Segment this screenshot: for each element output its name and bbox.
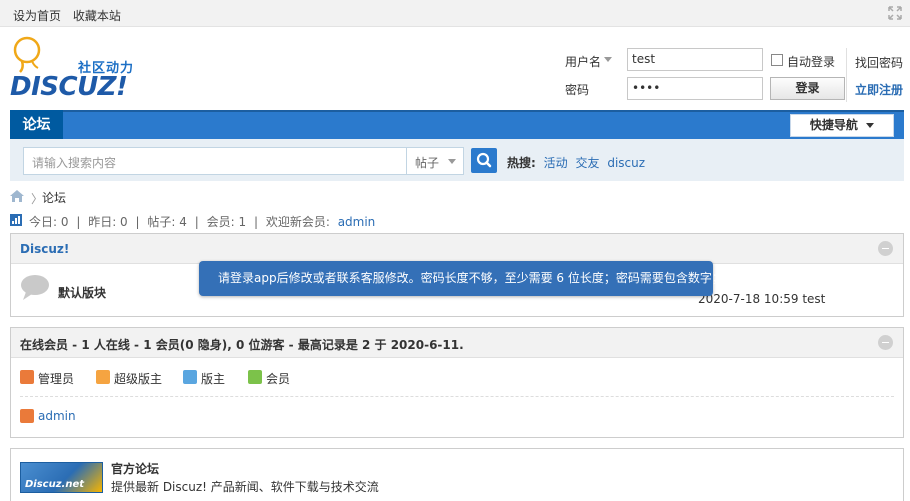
- hot-link-discuz[interactable]: discuz: [607, 156, 645, 170]
- admin-user-icon: [20, 370, 34, 384]
- chevron-down-icon: [866, 123, 875, 128]
- stat-posts: 帖子: 4: [147, 215, 187, 229]
- banner-text: Discuz.net: [25, 479, 85, 490]
- login-button[interactable]: 登录: [770, 77, 845, 100]
- official-forum-desc: 提供最新 Discuz! 产品新闻、软件下载与技术交流: [111, 480, 379, 494]
- home-icon[interactable]: [10, 190, 24, 202]
- logo-bulb-icon: [13, 36, 41, 73]
- hot-link-dating[interactable]: 交友: [575, 156, 599, 170]
- error-toast: 请登录app后修改或者联系客服修改。密码长度不够，至少需要 6 位长度；密码需要…: [199, 261, 724, 296]
- stat-sep: |: [135, 215, 140, 229]
- category-header: Discuz!: [11, 234, 903, 264]
- auto-login-label: 自动登录: [787, 55, 836, 69]
- stat-today: 今日: 0: [29, 215, 69, 229]
- stats-chart-icon: [10, 214, 22, 226]
- search-type-select[interactable]: 帖子: [407, 147, 464, 175]
- admin-user-icon: [20, 409, 34, 423]
- breadcrumb-current[interactable]: 论坛: [42, 189, 102, 206]
- search-button[interactable]: [471, 148, 497, 173]
- stat-yesterday: 昨日: 0: [88, 215, 128, 229]
- online-header: 在线会员 - 1 人在线 - 1 会员(0 隐身), 0 位游客 - 最高记录是…: [11, 328, 903, 358]
- search-bar: 请输入搜索内容 帖子 热搜: 活动 交友 discuz: [10, 139, 904, 181]
- official-forum-banner[interactable]: Discuz.net: [20, 462, 103, 493]
- register-link[interactable]: 立即注册: [855, 81, 903, 98]
- super-moderator-user-icon: [96, 370, 110, 384]
- forum-name-link[interactable]: 默认版块: [58, 284, 106, 301]
- login-form: 用户名 test 自动登录 找回密码 密码 •••• 登录 立即注册: [560, 48, 906, 104]
- password-label: 密码: [565, 83, 590, 97]
- site-logo[interactable]: 社区动力 DISCUZ!: [10, 36, 140, 102]
- search-icon: [476, 152, 492, 168]
- username-input[interactable]: test: [627, 48, 763, 71]
- set-homepage-link[interactable]: 设为首页: [13, 9, 61, 23]
- password-input[interactable]: ••••: [627, 77, 763, 100]
- search-input[interactable]: 请输入搜索内容: [23, 147, 407, 175]
- hot-search-label: 热搜:: [507, 156, 536, 170]
- top-links: 设为首页 收藏本站: [13, 7, 129, 24]
- new-member-link[interactable]: admin: [338, 215, 376, 229]
- quick-nav-button[interactable]: 快捷导航: [790, 114, 894, 137]
- online-user-name[interactable]: admin: [38, 409, 76, 423]
- moderator-user-icon: [183, 370, 197, 384]
- auto-login-checkbox[interactable]: [771, 54, 783, 66]
- login-divider: [846, 48, 847, 102]
- caret-down-icon: [448, 159, 456, 164]
- stat-sep: |: [253, 215, 258, 229]
- main-nav: 论坛 快捷导航: [10, 110, 904, 141]
- friend-links-panel: Discuz.net 官方论坛 提供最新 Discuz! 产品新闻、软件下载与技…: [10, 448, 904, 501]
- username-label: 用户名: [565, 55, 602, 69]
- category-title[interactable]: Discuz!: [20, 242, 69, 256]
- expand-icon[interactable]: [888, 6, 902, 20]
- search-type-value: 帖子: [415, 156, 440, 170]
- collapse-icon[interactable]: [878, 241, 893, 256]
- forum-bubble-icon: [21, 275, 49, 300]
- official-forum-link[interactable]: 官方论坛: [111, 460, 159, 477]
- stat-welcome: 欢迎新会员:: [265, 215, 330, 229]
- nav-tab-forum[interactable]: 论坛: [10, 110, 63, 141]
- online-members-panel: 在线会员 - 1 人在线 - 1 会员(0 隐身), 0 位游客 - 最高记录是…: [10, 327, 904, 438]
- online-title: 在线会员 - 1 人在线 - 1 会员(0 隐身), 0 位游客 - 最高记录是…: [20, 338, 464, 352]
- forgot-password-link[interactable]: 找回密码: [855, 54, 903, 71]
- hot-search: 热搜: 活动 交友 discuz: [507, 154, 645, 171]
- top-bar: 设为首页 收藏本站: [0, 0, 910, 27]
- stat-sep: |: [194, 215, 199, 229]
- divider: [20, 396, 894, 397]
- member-user-icon: [248, 370, 262, 384]
- collapse-icon[interactable]: [878, 335, 893, 350]
- stat-members: 会员: 1: [206, 215, 247, 229]
- member-legend: 管理员 超级版主 版主 会员: [20, 370, 880, 386]
- logo-wordmark: DISCUZ!: [10, 72, 128, 102]
- hot-link-activity[interactable]: 活动: [544, 156, 568, 170]
- username-dropdown-icon[interactable]: [604, 57, 612, 63]
- quick-nav-label: 快捷导航: [809, 118, 858, 132]
- bookmark-link[interactable]: 收藏本站: [73, 9, 121, 23]
- stat-sep: |: [76, 215, 81, 229]
